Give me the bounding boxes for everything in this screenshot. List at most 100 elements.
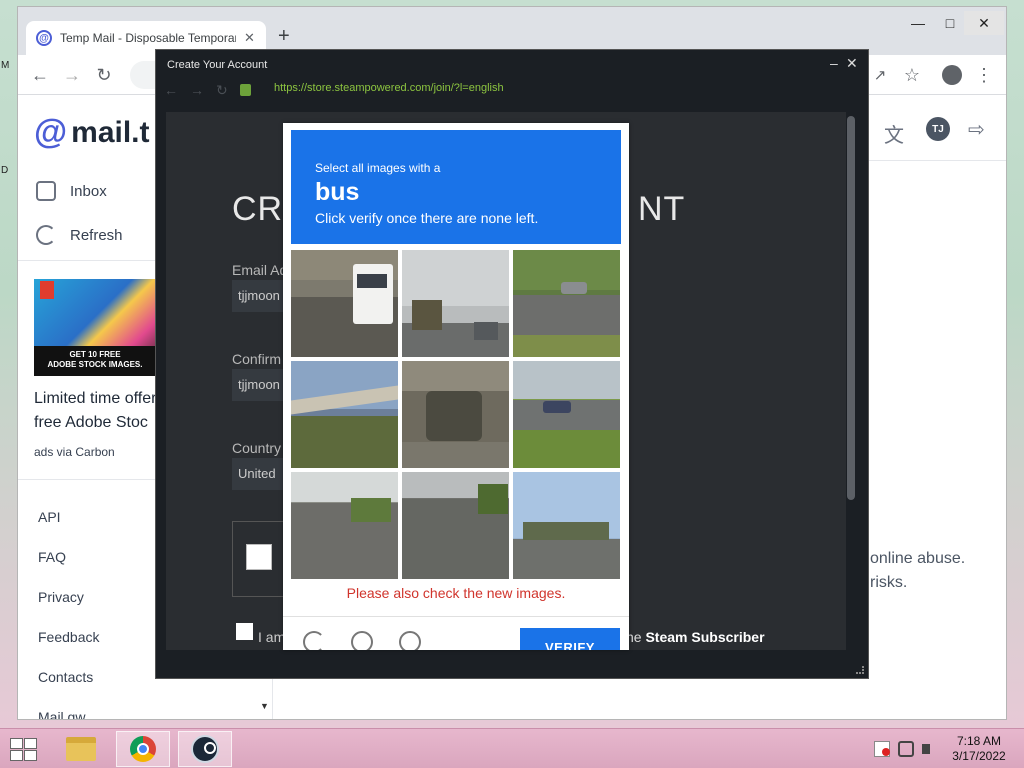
desktop-icon-edge: M [1,60,10,71]
resize-grip-icon[interactable] [856,666,864,674]
tab-strip: @ Temp Mail - Disposable Temporary ✕ + —… [18,7,1006,55]
refresh-label: Refresh [70,226,123,244]
share-icon[interactable]: ↗ [868,63,892,87]
clock-time: 7:18 AM [956,734,1002,748]
footer-link-faq[interactable]: FAQ [38,549,66,565]
footer-link-privacy[interactable]: Privacy [38,589,84,605]
close-window-button[interactable]: ✕ [964,11,1004,35]
scroll-down-arrow-icon[interactable]: ▼ [260,701,269,711]
tab-close-icon[interactable]: ✕ [244,30,255,46]
network-icon[interactable] [898,741,914,757]
steam-window-title: Create Your Account [167,59,268,71]
confirm-email-field[interactable]: tjjmoon [232,369,284,401]
system-clock[interactable]: 7:18 AM 3/17/2022 [948,734,1010,764]
desktop-icon-edge-2: D [1,165,9,176]
confirm-email-label: Confirm [232,351,282,367]
forward-arrow-icon[interactable]: → [60,63,84,87]
subscriber-agreement-link[interactable]: Steam Subscriber [645,629,764,645]
steam-close-button[interactable]: ✕ [846,55,858,72]
new-tab-button[interactable]: + [278,25,290,48]
profile-avatar[interactable] [942,65,962,85]
windows-logo-icon-part [24,750,37,761]
back-arrow-icon[interactable]: ← [28,63,52,87]
start-button[interactable] [8,737,38,761]
sidebar-item-inbox[interactable]: Inbox [36,181,107,201]
body-text-2: risks. [870,574,908,591]
body-text-1: online abuse. [870,550,966,567]
steam-back-icon[interactable]: ← [164,82,178,98]
captcha-error-message: Please also check the new images. [346,585,566,601]
captcha-hint: Click verify once there are none left. [315,210,539,226]
inbox-label: Inbox [70,182,107,200]
captcha-tile-2[interactable] [402,250,509,357]
country-label: Country [232,440,282,456]
email-label: Email Ad [232,262,288,278]
taskbar-steam[interactable] [178,731,232,767]
captcha-reload-icon[interactable] [303,631,325,650]
captcha-tile-5[interactable] [402,361,509,468]
inbox-icon [36,181,56,201]
menu-kebab-icon[interactable]: ⋮ [972,63,996,87]
ads-via-carbon[interactable]: ads via Carbon [34,445,115,459]
country-select[interactable]: United [232,458,284,490]
logo-text: mail.t [71,115,150,149]
refresh-icon [36,225,56,245]
folder-icon [66,737,96,761]
captcha-tile-8[interactable] [402,472,509,579]
captcha-tile-7[interactable] [291,472,398,579]
footer-link-api[interactable]: API [38,509,61,525]
subscriber-agreement-text: he Steam Subscriber [626,629,765,645]
translate-icon[interactable]: 文 [884,119,904,148]
captcha-audio-icon[interactable] [351,631,373,650]
ad-caption: GET 10 FREE ADOBE STOCK IMAGES. [34,346,156,376]
logout-icon[interactable]: ⇨ [968,117,985,142]
agreement-checkbox[interactable] [236,623,253,640]
steam-icon [191,735,219,763]
verify-button[interactable]: VERIFY [520,628,620,650]
steam-forward-icon[interactable]: → [190,82,204,98]
footer-link-mailgw[interactable]: Mail.gw [38,709,85,719]
mailtm-logo[interactable]: @ mail.t [34,113,150,152]
captcha-checkbox-widget [232,521,284,597]
sidebar-item-refresh[interactable]: Refresh [36,225,123,245]
ad-image[interactable]: GET 10 FREE ADOBE STOCK IMAGES. [34,279,156,376]
steam-minimize-button[interactable]: – [830,55,838,71]
footer-link-contacts[interactable]: Contacts [38,669,93,685]
taskbar-file-explorer[interactable] [54,731,108,767]
captcha-checkbox[interactable] [246,544,272,570]
captcha-image-grid [291,250,621,580]
ad-caption-line2: ADOBE STOCK IMAGES. [47,360,143,369]
captcha-tile-9[interactable] [513,472,620,579]
taskbar-chrome[interactable] [116,731,170,767]
steam-url: https://store.steampowered.com/join/?l=e… [274,82,504,94]
reload-icon[interactable]: ↻ [92,63,116,87]
clock-date: 3/17/2022 [952,749,1006,763]
captcha-tile-6[interactable] [513,361,620,468]
action-center-icon[interactable] [874,741,890,757]
bookmark-star-icon[interactable]: ☆ [900,63,924,87]
footer-link-feedback[interactable]: Feedback [38,629,99,645]
windows-logo-icon [10,738,23,749]
captcha-tile-3[interactable] [513,250,620,357]
captcha-info-icon[interactable] [399,631,421,650]
at-logo-icon: @ [34,113,68,151]
captcha-footer: VERIFY [283,616,629,650]
captcha-tile-1[interactable] [291,250,398,357]
windows-logo-icon-part [24,738,37,749]
agreement-text: I am [258,629,286,645]
taskbar: 7:18 AM 3/17/2022 [0,728,1024,768]
captcha-challenge: Select all images with a bus Click verif… [283,123,629,650]
captcha-target-word: bus [315,178,360,206]
lock-icon [239,84,251,96]
tab-title: Temp Mail - Disposable Temporary [60,31,236,45]
email-field[interactable]: tjjmoon [232,280,284,312]
captcha-tile-4[interactable] [291,361,398,468]
volume-muted-icon[interactable] [922,741,938,757]
captcha-instruction: Select all images with a [315,161,441,175]
mailtm-favicon-icon: @ [36,30,52,46]
user-avatar[interactable]: TJ [926,117,950,141]
steam-reload-icon[interactable]: ↻ [216,82,228,99]
steam-scrollbar-thumb[interactable] [847,116,855,500]
ad-caption-line1: GET 10 FREE [69,350,121,359]
steam-scrollbar[interactable] [846,112,856,650]
